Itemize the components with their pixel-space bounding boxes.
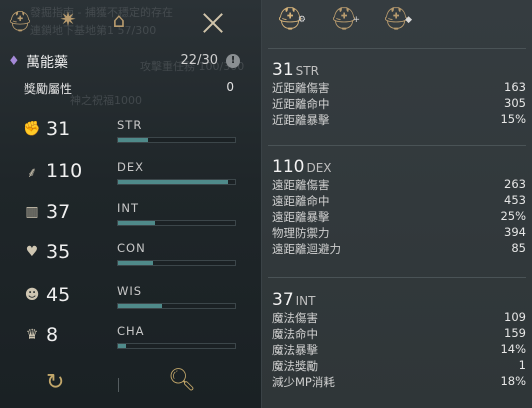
stat-row-int[interactable]: ▥ 37 INT [22, 201, 242, 235]
stat-row-dex[interactable]: ⸙ 110 DEX [22, 160, 242, 194]
stat-detail-row: 魔法傷害 109 [272, 310, 526, 325]
head-icon: ☻ [24, 287, 40, 303]
stat-row-wis[interactable]: ☻ 45 WIS [22, 284, 242, 318]
stat-label: STR [117, 118, 143, 132]
stat-bar [117, 343, 236, 349]
int-section: 37 INT 魔法傷害 109 魔法命中 159 魔法暴擊 14% 魔法獎勵 1 減少MP… [272, 290, 526, 390]
stats-panel: 發掘指南 - 捕獲不穩定的存在 連鎖地下基地第1 57/300 攻擊重任務 10… [0, 0, 262, 408]
dex-section: 110 DEX 遠距離傷害 263 遠距離命中 453 遠距離暴擊 25% 物理防禦力 3… [272, 157, 526, 257]
str-section: 31 STR 近距離傷害 163 近距離命中 305 近距離暴擊 15% [272, 60, 526, 128]
helmet-plus-tab[interactable]: ⛑ + [330, 6, 360, 34]
section-header: 110 DEX [272, 157, 332, 177]
search-icon[interactable]: 🔍︎ [168, 368, 196, 393]
arm-icon: ✊ [23, 121, 41, 137]
crown-icon: ♛ [25, 327, 39, 343]
castle-tab-icon[interactable]: ⌂ [106, 7, 132, 33]
stat-detail-row: 物理防禦力 394 [272, 225, 526, 240]
stat-bar [117, 303, 236, 309]
stat-bar [117, 220, 236, 226]
stat-detail-row: 遠距離傷害 263 [272, 177, 526, 192]
stat-value: 8 [46, 324, 59, 346]
stat-label: CON [117, 241, 146, 255]
potion-name: 萬能藥 [26, 55, 68, 71]
stat-value: 45 [46, 284, 71, 306]
stat-bar [117, 260, 236, 266]
stat-value: 37 [46, 201, 71, 223]
stat-row-con[interactable]: ♥ 35 CON [22, 241, 242, 275]
helmet-shield-tab[interactable]: ⛑ ◆ [382, 6, 412, 34]
stat-label: INT [117, 201, 140, 215]
section-header: 31 STR [272, 60, 319, 80]
stat-row-cha[interactable]: ♛ 8 CHA [22, 324, 242, 358]
divider [268, 277, 526, 278]
background-text: 發掘指南 - 捕獲不穩定的存在 [30, 6, 173, 19]
close-button[interactable] [202, 12, 224, 34]
stat-label: CHA [117, 324, 145, 338]
stat-detail-row: 減少MP消耗 18% [272, 374, 526, 389]
potion-count: 22/30 [180, 53, 218, 68]
stat-label: DEX [117, 160, 144, 174]
reset-icon[interactable]: ↻ [46, 370, 64, 395]
reward-attribute: 獎勵屬性 0 [24, 80, 234, 97]
stat-detail-row: 近距離命中 305 [272, 96, 526, 111]
stat-detail-row: 近距離傷害 163 [272, 80, 526, 95]
stat-value: 35 [46, 241, 71, 263]
heart-icon: ♥ [25, 244, 39, 260]
reward-label: 獎勵屬性 [24, 82, 73, 96]
potion-row: ♦ 萬能藥 22/30 ! [8, 52, 258, 72]
boot-icon: ⸙ [26, 165, 38, 181]
helmet-gear-tab[interactable]: ⛑ ⚙ [276, 6, 306, 34]
section-header: 37 INT [272, 290, 316, 310]
potion-icon: ♦ [8, 54, 20, 69]
divider [268, 48, 526, 49]
stat-detail-row: 近距離暴擊 15% [272, 112, 526, 127]
stat-detail-row: 魔法獎勵 1 [272, 358, 526, 373]
background-text: 連鎖地下基地第1 57/300 [30, 24, 157, 37]
divider [118, 378, 119, 392]
stat-detail-row: 遠距離迴避力 85 [272, 241, 526, 256]
divider [268, 145, 526, 146]
detail-panel: ⛑ ⚙ ⛑ + ⛑ ◆ 31 STR 近距離傷害 163 近距離命中 305 近距離暴擊 15… [262, 0, 532, 408]
stat-bar [117, 137, 236, 143]
compass-tab-icon[interactable]: ✷ [55, 6, 81, 32]
stat-value: 31 [46, 118, 71, 140]
stat-bar [117, 179, 236, 185]
stat-detail-row: 遠距離命中 453 [272, 193, 526, 208]
stat-label: WIS [117, 284, 143, 298]
stat-detail-row: 遠距離暴擊 25% [272, 209, 526, 224]
stat-detail-row: 魔法暴擊 14% [272, 342, 526, 357]
stat-detail-row: 魔法命中 159 [272, 326, 526, 341]
stat-row-str[interactable]: ✊ 31 STR [22, 118, 242, 152]
hero-tab-icon[interactable]: ⛑ [7, 8, 33, 34]
book-icon: ▥ [25, 204, 39, 220]
reward-value: 0 [226, 80, 234, 94]
stat-value: 110 [46, 160, 83, 182]
info-icon[interactable]: ! [226, 54, 240, 68]
